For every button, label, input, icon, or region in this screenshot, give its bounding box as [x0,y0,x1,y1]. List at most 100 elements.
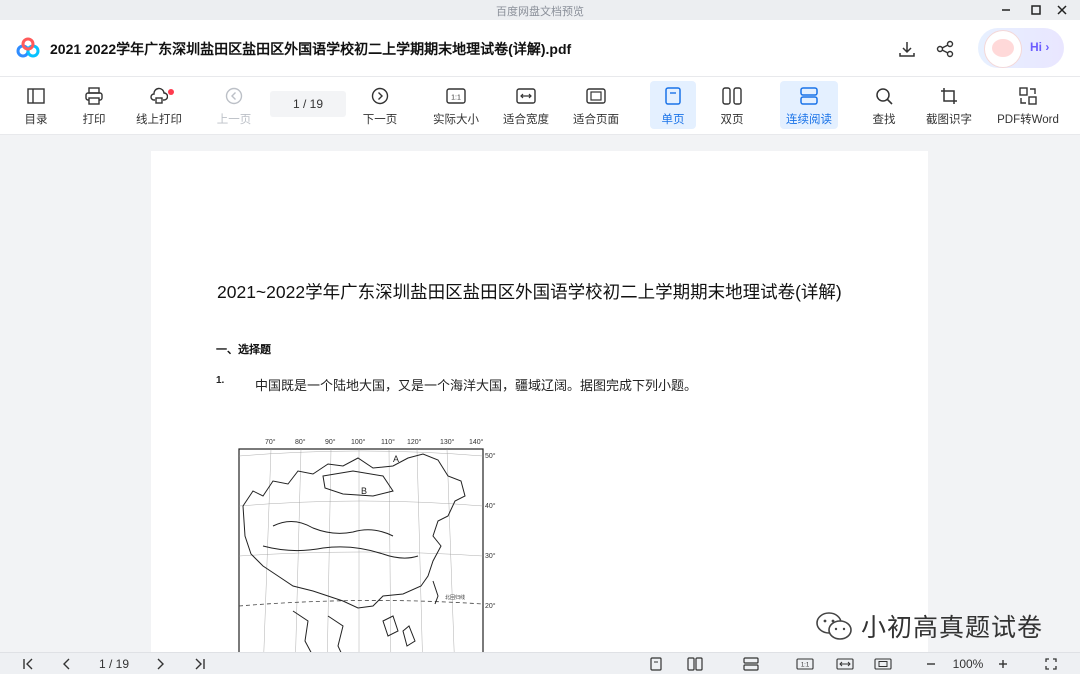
lat-label: 20° [485,602,496,610]
lat-label: 30° [485,552,496,560]
chevron-left-circle-icon [225,87,243,105]
lon-label: 110° [381,438,395,446]
svg-text:1:1: 1:1 [801,662,810,668]
status-continuous-button[interactable] [740,654,762,673]
map-label-b: B [361,486,367,496]
lon-label: 80° [295,438,306,446]
status-double-page-button[interactable] [684,654,706,673]
share-icon [936,40,954,58]
actual-size-icon: 1:1 [446,88,466,104]
lon-label: 90° [325,438,336,446]
app-header: 2021 2022学年广东深圳盐田区盐田区外国语学校初二上学期期末地理试卷(详解… [0,20,1080,77]
zoom-out-button[interactable] [922,654,940,673]
double-page-button[interactable]: 双页 [710,81,754,129]
single-page-button[interactable]: 单页 [650,81,696,129]
fit-width-button[interactable]: 适合宽度 [498,81,554,129]
map-mark-tropic: 北回归线 [445,594,465,601]
lon-label: 120° [407,438,422,446]
continuous-read-icon [743,656,759,671]
fit-page-button[interactable]: 适合页面 [568,81,624,129]
double-page-icon [722,87,742,105]
page-number-input[interactable]: 1 / 19 [270,91,346,117]
tropic-of-cancer-line [238,600,484,607]
svg-text:1:1: 1:1 [451,95,461,102]
wechat-logo-icon [816,612,852,640]
window-title: 百度网盘文档预览 [496,6,584,18]
last-page-icon [195,658,205,669]
lat-label: 50° [485,452,496,460]
printer-icon [85,87,103,105]
status-page-indicator: 1 / 19 [98,656,130,671]
close-button[interactable] [1050,0,1074,20]
download-icon [899,42,915,57]
minimize-icon [1002,9,1010,11]
pdf-to-word-button[interactable]: PDF转Word [990,81,1066,129]
find-button[interactable]: 查找 [862,81,906,129]
zoom-level: 100% [952,656,984,671]
actual-size-button[interactable]: 1:1 实际大小 [428,81,484,129]
lat-label: 40° [485,502,496,510]
fullscreen-button[interactable] [1040,654,1062,673]
notification-dot [168,89,174,95]
first-page-button[interactable] [18,654,38,673]
online-print-button[interactable]: 线上打印 [132,81,186,129]
first-page-icon [23,658,33,669]
zoom-in-button[interactable] [994,654,1012,673]
lon-label: 140° [469,438,484,446]
hi-label: Hi › [1030,40,1050,54]
chevron-left-icon [63,658,70,669]
single-page-icon [665,87,681,105]
next-page-small-button[interactable] [150,654,170,673]
baidu-netdisk-logo-icon [16,37,40,58]
print-button[interactable]: 打印 [76,81,112,129]
minimize-button[interactable] [994,0,1018,20]
download-button[interactable] [896,38,918,60]
exam-title: 2021~2022学年广东深圳盐田区盐田区外国语学校初二上学期期末地理试卷(详解… [217,282,842,302]
lon-label: 70° [265,438,276,446]
wechat-watermark: 小初高真题试卷 [815,608,1043,644]
status-fit-width-button[interactable] [834,654,856,673]
maximize-button[interactable] [1024,0,1048,20]
prev-page-button[interactable]: 上一页 [212,81,256,129]
next-page-button[interactable]: 下一页 [358,81,402,129]
toolbar: 目录 打印 线上打印 上一页 1 / 19 下一页 1:1 实际大小 适合宽度 … [0,77,1080,135]
fit-page-icon [874,657,892,670]
section-heading: 一、选择题 [216,344,271,356]
question-text: 中国既是一个陆地大国，又是一个海洋大国，疆域辽阔。据图完成下列小题。 [255,378,698,393]
lon-label: 130° [440,438,455,446]
plus-icon [999,659,1007,668]
fit-width-icon [516,88,536,104]
cloud-print-icon [150,87,168,104]
status-bar: 1 / 19 1:1 100% [0,652,1080,674]
assistant-avatar [984,30,1022,68]
chevron-right-circle-icon [371,87,389,105]
convert-icon [1019,87,1037,105]
crop-icon [941,88,957,104]
prev-page-small-button[interactable] [57,654,77,673]
fullscreen-icon [1045,657,1057,670]
status-fit-page-button[interactable] [872,654,894,673]
status-actual-size-button[interactable]: 1:1 [794,654,816,673]
toc-icon [27,88,45,104]
fit-width-icon [836,657,854,670]
pdf-page: 2021~2022学年广东深圳盐田区盐田区外国语学校初二上学期期末地理试卷(详解… [151,151,928,652]
status-single-page-button[interactable] [646,654,666,673]
toc-button[interactable]: 目录 [18,81,54,129]
ai-assistant-button[interactable]: Hi › [978,28,1064,68]
chevron-right-icon [157,658,164,669]
lon-label: 100° [351,438,366,446]
continuous-read-icon [800,87,818,105]
window-titlebar: 百度网盘文档预览 [0,0,1080,20]
close-icon [1057,5,1067,15]
ocr-button[interactable]: 截图识字 [920,81,978,129]
document-viewport[interactable]: 2021~2022学年广东深圳盐田区盐田区外国语学校初二上学期期末地理试卷(详解… [0,135,1080,652]
share-button[interactable] [934,38,956,60]
last-page-button[interactable] [190,654,210,673]
watermark-text: 小初高真题试卷 [861,614,1044,642]
actual-size-icon: 1:1 [796,657,814,670]
document-title: 2021 2022学年广东深圳盐田区盐田区外国语学校初二上学期期末地理试卷(详解… [50,41,572,57]
search-icon [876,88,893,105]
maximize-icon [1031,5,1041,15]
fit-page-icon [586,88,606,104]
continuous-read-button[interactable]: 连续阅读 [780,81,838,129]
